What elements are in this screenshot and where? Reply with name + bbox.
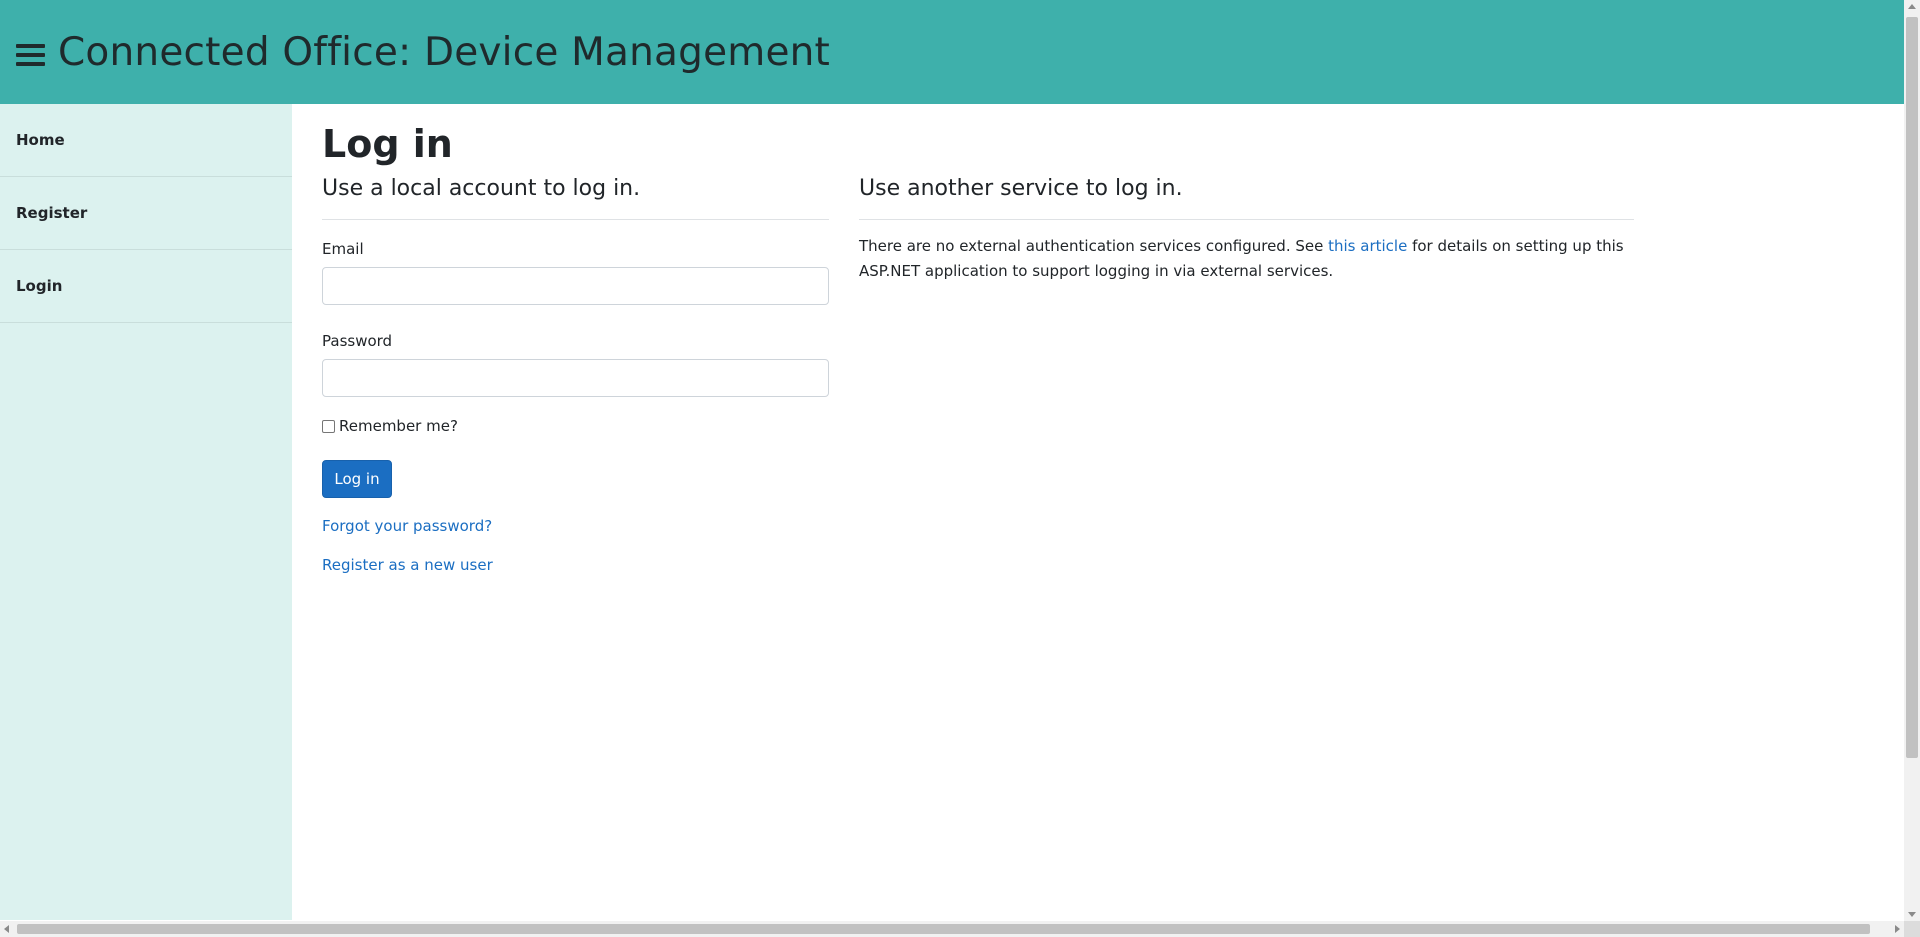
password-label: Password [322, 332, 393, 350]
register-new-user-link[interactable]: Register as a new user [322, 556, 829, 574]
this-article-link[interactable]: this article [1328, 237, 1407, 255]
forgot-password-link[interactable]: Forgot your password? [322, 517, 829, 535]
info-text-before: There are no external authentication ser… [859, 237, 1329, 255]
vertical-scroll-thumb[interactable] [1906, 17, 1918, 758]
scrollbar-corner [1904, 921, 1920, 937]
page-title: Log in [322, 122, 453, 166]
sidebar-item-login[interactable]: Login [0, 250, 292, 323]
password-field[interactable] [322, 359, 829, 397]
hamburger-line [16, 53, 45, 57]
horizontal-scrollbar[interactable] [0, 921, 1904, 937]
horizontal-scroll-thumb[interactable] [17, 924, 1870, 934]
sidebar: Home Register Login [0, 104, 292, 920]
external-auth-info: There are no external authentication ser… [859, 234, 1634, 284]
local-login-section: Use a local account to log in. Email Pas… [322, 176, 829, 574]
vertical-scrollbar[interactable] [1904, 0, 1920, 921]
sidebar-item-home[interactable]: Home [0, 104, 292, 177]
top-bar: Connected Office: Device Management [0, 0, 1904, 104]
section-divider [859, 219, 1634, 220]
app-title: Connected Office: Device Management [58, 29, 831, 75]
external-login-section: Use another service to log in. There are… [859, 176, 1634, 284]
hamburger-line [16, 62, 45, 66]
section-divider [322, 219, 829, 220]
sidebar-item-register[interactable]: Register [0, 177, 292, 250]
login-button[interactable]: Log in [322, 460, 392, 498]
hamburger-menu-icon[interactable] [16, 44, 45, 66]
email-field[interactable] [322, 267, 829, 305]
hamburger-line [16, 44, 45, 48]
remember-me-row: Remember me? [322, 417, 829, 435]
email-label: Email [322, 240, 364, 258]
remember-me-checkbox[interactable] [322, 419, 335, 433]
local-login-heading: Use a local account to log in. [322, 176, 641, 201]
browser-viewport: Connected Office: Device Management Home… [0, 0, 1920, 937]
scroll-right-arrow-icon[interactable] [1895, 925, 1900, 933]
external-login-heading: Use another service to log in. [859, 176, 1183, 201]
remember-me-label[interactable]: Remember me? [339, 417, 458, 435]
scroll-up-arrow-icon[interactable] [1908, 4, 1916, 9]
scroll-down-arrow-icon[interactable] [1908, 912, 1916, 917]
scroll-left-arrow-icon[interactable] [4, 925, 9, 933]
